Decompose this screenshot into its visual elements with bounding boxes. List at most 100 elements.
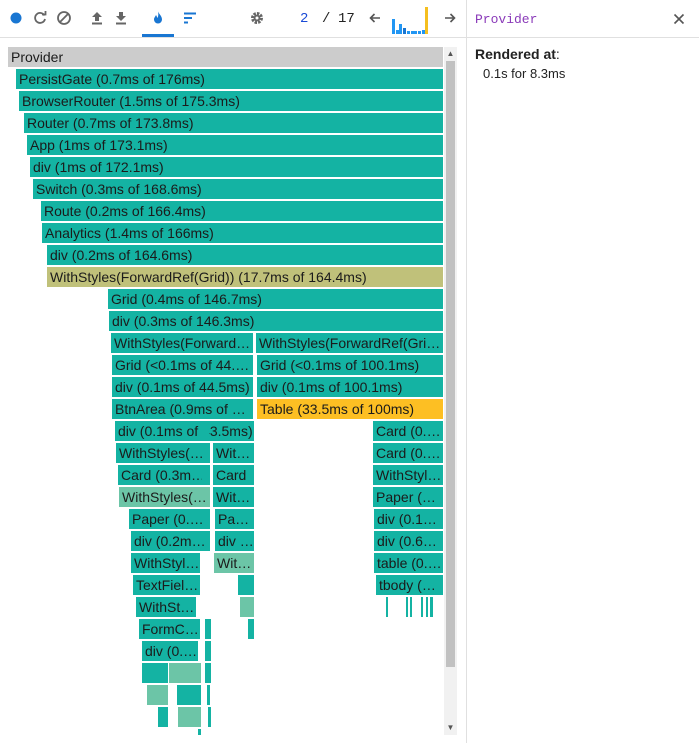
flame-node[interactable]: WithStyles(ForwardRef(Grid)) (0.2ms of 4… (111, 333, 253, 353)
flame-node-small[interactable] (205, 641, 211, 661)
flame-node-small[interactable] (248, 619, 254, 639)
flame-node[interactable]: tbody (1.2ms of 61ms) (376, 575, 443, 595)
flame-node-small[interactable] (240, 597, 254, 617)
flame-node[interactable]: TextField (0.2ms) (133, 575, 200, 595)
flame-node[interactable]: Grid (<0.1ms of 44.6ms) (112, 355, 253, 375)
flame-node-small[interactable] (198, 729, 201, 735)
flame-node[interactable]: Paper (215, 509, 254, 529)
flame-node[interactable]: div (0.1ms) (142, 641, 198, 661)
flame-node[interactable]: Card (213, 465, 254, 485)
next-commit-button[interactable] (440, 9, 460, 29)
flame-node-sliver[interactable] (410, 597, 412, 617)
close-button[interactable] (670, 10, 688, 28)
flame-node[interactable]: Switch (0.3ms of 168.6ms) (33, 179, 443, 199)
flame-node[interactable]: Card (0.3ms of 20ms) (118, 465, 210, 485)
flame-node-small[interactable] (202, 421, 209, 441)
flame-node[interactable]: div (0.3ms of 146.3ms) (109, 311, 443, 331)
flame-node[interactable]: Paper (0.1ms of 65ms) (373, 487, 443, 507)
tab-ranked[interactable] (180, 9, 200, 29)
commit-bar[interactable] (395, 30, 399, 34)
flame-node[interactable]: Provider (8, 47, 443, 67)
flame-node-small[interactable] (169, 663, 201, 683)
flame-node[interactable]: Card (0.1ms of 66ms) (373, 443, 443, 463)
settings-button[interactable] (247, 9, 267, 29)
commit-bar[interactable] (421, 30, 425, 34)
flame-node-sliver[interactable] (406, 597, 408, 617)
flame-node-small[interactable] (205, 663, 211, 683)
flame-node-sliver[interactable] (430, 597, 433, 617)
flame-node[interactable]: div (0.1ms of 64ms) (374, 509, 443, 529)
current-commit-number: 2 (300, 11, 309, 27)
commit-bar[interactable] (392, 19, 395, 34)
flame-node-small[interactable] (158, 707, 168, 727)
flame-node-sliver[interactable] (386, 597, 388, 617)
flame-node[interactable]: BrowserRouter (1.5ms of 175.3ms) (19, 91, 443, 111)
flame-node[interactable]: Paper (0.1ms of 19ms) (129, 509, 210, 529)
save-profile-button[interactable] (111, 9, 131, 29)
commit-bar[interactable] (414, 31, 418, 34)
flame-node[interactable]: WithStyles(ForwardRef(Card)) (373, 465, 443, 485)
flame-node-sliver[interactable] (426, 597, 428, 617)
flame-node[interactable]: WithStyles (214, 553, 254, 573)
flame-node[interactable]: WithStyles(ForwardRef(Card)) (116, 443, 210, 463)
flame-node[interactable]: div (0.6ms of 63ms) (374, 531, 443, 551)
clear-button[interactable] (54, 9, 74, 29)
flame-node[interactable]: Analytics (1.4ms of 166ms) (42, 223, 443, 243)
flame-node[interactable]: PersistGate (0.7ms of 176ms) (16, 69, 443, 89)
flame-node[interactable]: div (0.2ms of 18ms) (131, 531, 210, 551)
flame-node-small[interactable] (178, 707, 201, 727)
flame-node[interactable]: div (0.1ms of 100.1ms) (257, 377, 443, 397)
reload-button[interactable] (30, 9, 50, 29)
flame-node[interactable]: Table (33.5ms of 100ms) (257, 399, 443, 419)
flame-node[interactable]: div (0.1ms) (215, 531, 254, 551)
commit-bar[interactable] (406, 31, 410, 34)
scroll-down-icon[interactable]: ▼ (446, 723, 455, 732)
commit-bar[interactable] (399, 24, 403, 34)
commit-bar[interactable] (410, 31, 414, 34)
flame-node-small[interactable] (238, 575, 254, 595)
record-button[interactable] (6, 9, 26, 29)
flame-node-small[interactable] (147, 685, 168, 705)
tab-flamegraph[interactable] (148, 9, 168, 29)
flame-node[interactable]: BtnArea (0.9ms of 44.4ms) (112, 399, 253, 419)
flame-node-small[interactable] (202, 465, 209, 485)
panel-divider[interactable] (466, 0, 467, 743)
flame-node-sliver[interactable] (421, 597, 423, 617)
flame-node[interactable]: table (0.5ms of 62ms) (374, 553, 443, 573)
flame-node[interactable]: Card (0.1ms of 66ms) (373, 421, 443, 441)
flame-node[interactable]: div (1ms of 172.1ms) (30, 157, 443, 177)
flame-node[interactable]: div (0.1ms of 44.5ms) (112, 377, 253, 397)
flame-node[interactable]: App (1ms of 173.1ms) (27, 135, 443, 155)
commit-bar[interactable] (403, 28, 407, 34)
flame-node[interactable]: Grid (0.4ms of 146.7ms) (108, 289, 443, 309)
commit-selector-chart[interactable] (392, 6, 430, 34)
flame-icon (150, 10, 166, 29)
commit-bar[interactable] (425, 7, 429, 34)
commit-bar[interactable] (417, 31, 421, 34)
arrow-right-icon (442, 10, 458, 29)
scroll-up-icon[interactable]: ▲ (446, 49, 455, 58)
load-profile-button[interactable] (87, 9, 107, 29)
flame-node[interactable]: div (0.2ms of 164.6ms) (47, 245, 443, 265)
flame-node[interactable]: div (0.1ms of 43.5ms) (115, 421, 254, 441)
flame-node-small[interactable] (202, 443, 209, 463)
flame-node[interactable]: FormControl (0.1ms) (139, 619, 200, 639)
flame-node[interactable]: Grid (<0.1ms of 100.1ms) (257, 355, 443, 375)
flame-node-small[interactable] (205, 619, 211, 639)
flame-node[interactable]: Router (0.7ms of 173.8ms) (24, 113, 443, 133)
flame-node-small[interactable] (142, 663, 168, 683)
flame-node[interactable]: WithStyles(ForwardRef(Paper)) (119, 487, 210, 507)
previous-commit-button[interactable] (365, 9, 385, 29)
scrollbar-thumb[interactable] (446, 61, 455, 667)
flame-node-small[interactable] (177, 685, 201, 705)
flame-node[interactable]: WithStyles(ForwardRef(Grid)) (17.7ms of … (47, 267, 443, 287)
flame-node-small[interactable] (207, 685, 210, 705)
flame-node[interactable]: WithStyles(ForwardRef(Card)) (213, 443, 254, 463)
flame-node[interactable]: WithStyles(ForwardRef(FormControl)) (136, 597, 196, 617)
flame-node[interactable]: WithStyles(ForwardRef(TextField)) (131, 553, 200, 573)
flame-node[interactable]: Route (0.2ms of 166.4ms) (41, 201, 443, 221)
rendered-at-entry[interactable]: 0.1s for 8.3ms (483, 66, 565, 81)
flame-node[interactable]: WithStyles(ForwardRef(Card)) (213, 487, 254, 507)
flame-node-small[interactable] (208, 707, 211, 727)
flame-node[interactable]: WithStyles(ForwardRef(Grid)) (0.4ms of 1… (256, 333, 443, 353)
